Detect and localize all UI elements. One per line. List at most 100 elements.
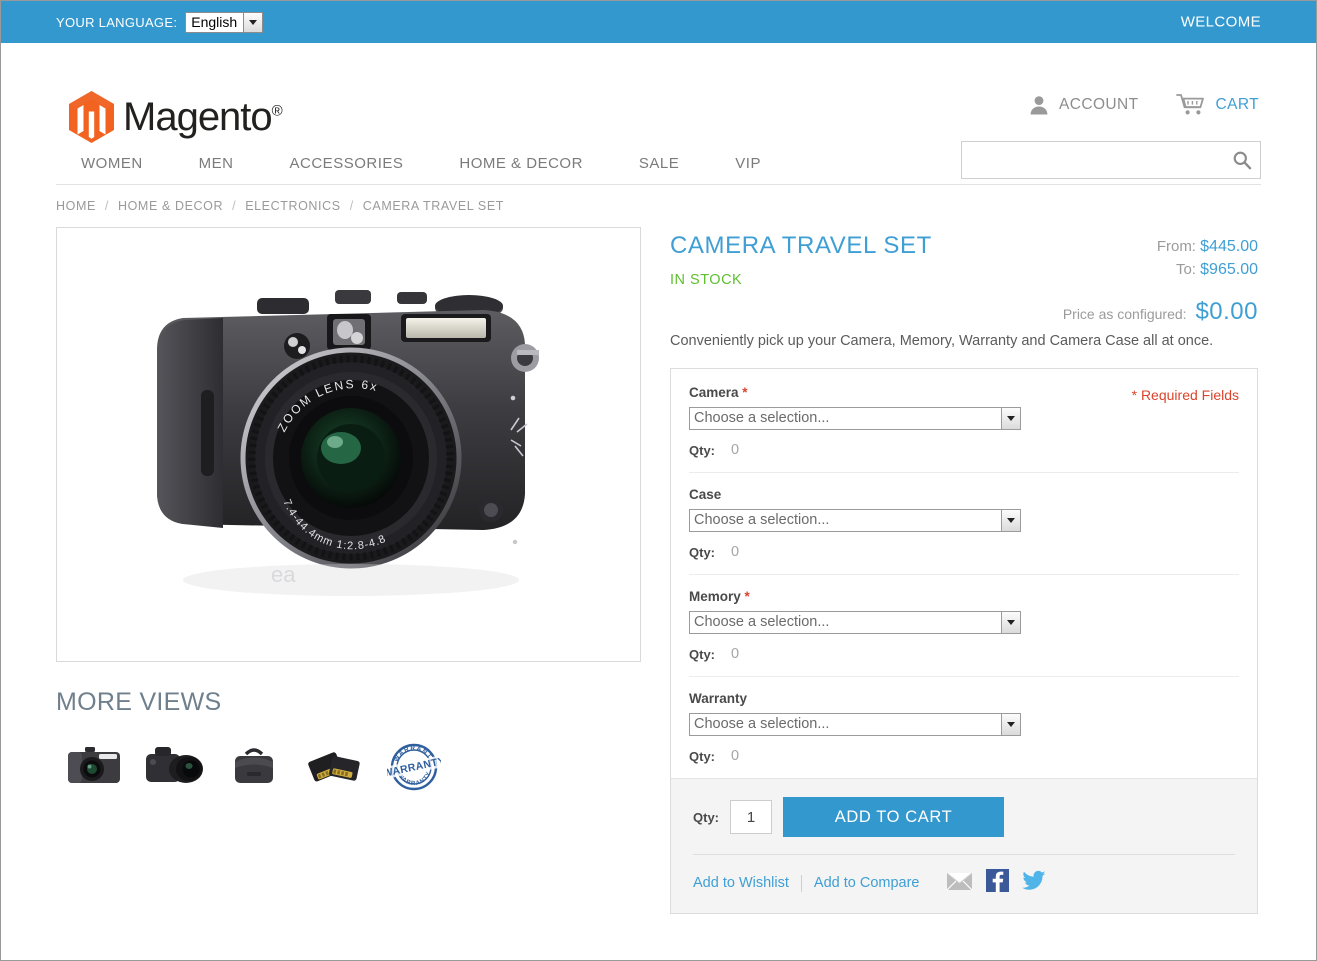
top-language-bar: YOUR LANGUAGE: English WELCOME	[1, 1, 1316, 43]
price-from-value: $445.00	[1200, 238, 1258, 255]
product-actions: Add to Wishlist Add to Compare	[693, 854, 1235, 897]
account-link[interactable]: ACCOUNT	[1028, 94, 1138, 116]
option-qty-camera: Qty: 0	[689, 442, 1239, 458]
cart-label: CART	[1215, 96, 1259, 113]
language-select[interactable]: English	[185, 11, 264, 33]
sd-memory-card-icon	[308, 752, 360, 782]
add-to-cart-row: Qty: ADD TO CART	[693, 797, 1235, 838]
option-select-warranty[interactable]: Choose a selection...	[689, 713, 1021, 737]
nav-item-accessories[interactable]: ACCESSORIES	[262, 155, 432, 172]
language-label: YOUR LANGUAGE:	[56, 14, 178, 30]
qty-label: Qty:	[689, 544, 715, 560]
option-select-camera[interactable]: Choose a selection...	[689, 407, 1021, 431]
breadcrumb-separator: /	[232, 199, 237, 213]
required-asterisk: *	[744, 589, 750, 605]
product-description: Conveniently pick up your Camera, Memory…	[670, 333, 1214, 349]
qty-label: Qty:	[689, 646, 715, 662]
price-to-row: To: $965.00	[1063, 258, 1258, 281]
option-qty-case: Qty: 0	[689, 544, 1239, 560]
account-label: ACCOUNT	[1059, 96, 1139, 113]
site-header: Magento® ACCOUNT CART	[1, 43, 1316, 179]
price-from-row: From: $445.00	[1063, 235, 1258, 258]
breadcrumb-item-home-decor[interactable]: HOME & DECOR	[118, 199, 223, 213]
chevron-down-icon	[1001, 408, 1020, 430]
search-input[interactable]	[972, 151, 1232, 169]
add-to-compare-link[interactable]: Add to Compare	[814, 875, 920, 891]
more-views-heading: MORE VIEWS	[56, 688, 222, 716]
nav-item-vip[interactable]: VIP	[707, 155, 789, 172]
product-image-frame[interactable]: ZOOM LENS 6x 7.4-44.4mm 1:2.8-4.8 ea	[56, 227, 641, 662]
facebook-icon[interactable]	[985, 869, 1009, 897]
cart-link[interactable]: CART	[1176, 93, 1259, 117]
product-image-camera: ZOOM LENS 6x 7.4-44.4mm 1:2.8-4.8 ea	[156, 289, 539, 596]
breadcrumb-item-home[interactable]: HOME	[56, 199, 96, 213]
product-info-column: CAMERA TRAVEL SET IN STOCK From: $445.00…	[670, 227, 1258, 915]
option-group-case: Case Choose a selection... Qty: 0	[689, 487, 1239, 576]
product-options-box: * Required Fields Camera * Choose a sele…	[670, 368, 1258, 915]
option-qty-memory: Qty: 0	[689, 646, 1239, 662]
cart-qty-label: Qty:	[693, 809, 719, 825]
nav-item-home-decor[interactable]: HOME & DECOR	[431, 155, 611, 172]
header-account-cart: ACCOUNT CART	[1028, 93, 1259, 117]
option-label-memory: Memory *	[689, 589, 750, 605]
svg-text:ea: ea	[271, 562, 296, 587]
search-area	[961, 141, 1261, 179]
envelope-glyph	[946, 872, 972, 890]
option-select-case[interactable]: Choose a selection...	[689, 509, 1021, 533]
registered-mark: ®	[271, 102, 283, 120]
email-icon[interactable]	[946, 871, 973, 896]
thumbnail-warranty-stamp[interactable]: WARRANTY WARRANTY WARRANTY	[376, 737, 452, 797]
thumbnail-camera-bag[interactable]	[216, 737, 292, 797]
product-media-column: ZOOM LENS 6x 7.4-44.4mm 1:2.8-4.8 ea MOR…	[56, 227, 641, 797]
price-from-label: From:	[1156, 238, 1196, 255]
option-group-memory: Memory * Choose a selection... Qty: 0	[689, 589, 1239, 678]
breadcrumb-item-current: CAMERA TRAVEL SET	[362, 199, 505, 213]
magento-logo[interactable]: Magento®	[69, 91, 283, 143]
qty-label: Qty:	[689, 442, 715, 458]
compact-camera-icon	[68, 747, 120, 783]
quantity-stepper[interactable]	[730, 800, 772, 835]
divider	[800, 874, 802, 892]
logo-wordmark: Magento®	[123, 94, 283, 139]
search-icon[interactable]	[1232, 150, 1252, 170]
user-icon	[1030, 96, 1048, 115]
required-fields-note: * Required Fields	[1131, 387, 1239, 404]
product-options-list: * Required Fields Camera * Choose a sele…	[671, 369, 1257, 778]
add-to-cart-button[interactable]: ADD TO CART	[783, 797, 1004, 838]
thumbnail-dslr-camera[interactable]	[136, 737, 212, 797]
camera-bag-icon	[235, 748, 273, 783]
price-to-label: To:	[1175, 261, 1196, 279]
nav-item-women[interactable]: WOMEN	[56, 155, 171, 172]
twitter-icon[interactable]	[1021, 870, 1046, 896]
qty-value-memory: 0	[731, 646, 740, 663]
product-main: ZOOM LENS 6x 7.4-44.4mm 1:2.8-4.8 ea MOR…	[56, 227, 1261, 915]
search-box[interactable]	[961, 141, 1261, 179]
option-select-warranty-value: Choose a selection...	[694, 716, 830, 733]
qty-value-case: 0	[731, 544, 740, 561]
warranty-stamp-icon: WARRANTY WARRANTY WARRANTY	[387, 743, 441, 791]
option-qty-warranty: Qty: 0	[689, 748, 1239, 764]
nav-item-men[interactable]: MEN	[171, 155, 262, 172]
breadcrumb-item-electronics[interactable]: ELECTRONICS	[245, 199, 341, 213]
breadcrumb-separator: /	[349, 199, 354, 213]
price-configured-value: $0.00	[1195, 298, 1258, 326]
welcome-message: WELCOME	[1180, 13, 1261, 31]
price-configured-row: Price as configured: $0.00	[1063, 295, 1258, 330]
thumbnail-sd-cards[interactable]	[296, 737, 372, 797]
chevron-down-icon	[1001, 612, 1020, 634]
facebook-glyph	[985, 869, 1009, 893]
qty-value-camera: 0	[731, 442, 740, 459]
option-select-memory-value: Choose a selection...	[694, 614, 830, 631]
chevron-down-icon	[1001, 714, 1020, 736]
option-select-memory[interactable]: Choose a selection...	[689, 611, 1021, 635]
dslr-camera-icon	[146, 747, 203, 783]
price-summary: From: $445.00 To: $965.00 Price as confi…	[1063, 235, 1258, 330]
price-configured-label: Price as configured:	[1062, 306, 1187, 323]
breadcrumb-separator: /	[104, 199, 109, 213]
thumbnail-compact-camera[interactable]	[56, 737, 132, 797]
magento-hexagon-icon	[69, 91, 114, 143]
twitter-bird-glyph	[1021, 870, 1045, 890]
option-group-warranty: Warranty Choose a selection... Qty: 0	[689, 691, 1239, 774]
add-to-wishlist-link[interactable]: Add to Wishlist	[693, 875, 789, 891]
nav-item-sale[interactable]: SALE	[611, 155, 707, 172]
